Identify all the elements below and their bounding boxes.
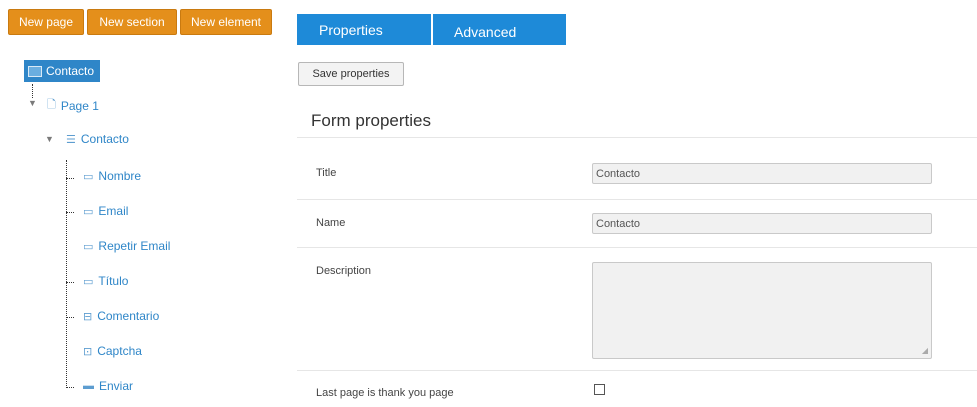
tree-node-label: Page 1: [60, 98, 99, 113]
tree-element-captcha[interactable]: ⊡ Captcha: [83, 344, 142, 358]
new-section-button[interactable]: New section: [87, 9, 177, 35]
title-input[interactable]: [592, 163, 932, 184]
tree-node-label: Contacto: [80, 132, 129, 146]
tree-node-label: Título: [98, 274, 129, 288]
tab-properties[interactable]: Properties: [297, 14, 431, 45]
collapse-arrow-icon[interactable]: ▼: [28, 98, 37, 108]
tree-root-form[interactable]: Contacto: [24, 60, 101, 82]
section-icon: ☰: [66, 133, 76, 146]
tree-node-section[interactable]: ☰ Contacto: [66, 132, 129, 146]
divider: [297, 199, 977, 200]
tree-element-repetir-email[interactable]: ▭ Repetir Email: [83, 239, 170, 253]
tree-connector: [66, 178, 74, 179]
tree-connector: [66, 282, 74, 283]
new-page-button[interactable]: New page: [8, 9, 84, 35]
section-title: Form properties: [311, 111, 431, 130]
save-properties-button[interactable]: Save properties: [298, 62, 404, 86]
collapse-arrow-icon[interactable]: ▼: [45, 134, 54, 144]
form-icon: [28, 65, 42, 77]
tree-node-label: Nombre: [98, 169, 142, 183]
tree-connector: [66, 212, 74, 213]
description-textarea[interactable]: ◢: [592, 262, 932, 359]
tree-element-nombre[interactable]: ▭ Nombre: [83, 169, 141, 183]
button-icon: ▬: [83, 380, 94, 392]
tree-element-email[interactable]: ▭ Email: [83, 204, 128, 218]
title-label: Title: [316, 167, 337, 179]
resize-grip-icon[interactable]: ◢: [922, 346, 928, 355]
divider: [297, 370, 977, 371]
tree-connector: [32, 84, 33, 98]
tree-connector: [66, 317, 74, 318]
description-label: Description: [316, 265, 372, 277]
tree-node-label: Comentario: [97, 309, 160, 323]
name-label: Name: [316, 217, 346, 229]
tree-node-page[interactable]: 🗋 Page 1: [47, 96, 99, 115]
tree-connector: [66, 387, 74, 388]
text-field-icon: ▭: [83, 275, 94, 288]
name-input[interactable]: [592, 213, 932, 234]
page-icon: 🗋: [47, 99, 56, 111]
thank-you-label: Last page is thank you page: [316, 387, 454, 399]
tree-element-comentario[interactable]: ⊟ Comentario: [83, 309, 159, 323]
tree-node-label: Repetir Email: [98, 239, 171, 253]
divider: [297, 137, 977, 138]
tree-element-enviar[interactable]: ▬ Enviar: [83, 379, 133, 393]
tree-node-label: Captcha: [97, 344, 142, 358]
divider: [297, 247, 977, 248]
tab-advanced[interactable]: Advanced: [433, 14, 566, 45]
captcha-icon: ⊡: [83, 345, 93, 358]
text-field-icon: ▭: [83, 205, 94, 218]
textarea-icon: ⊟: [83, 310, 93, 323]
tree-element-titulo[interactable]: ▭ Título: [83, 274, 128, 288]
new-element-button[interactable]: New element: [180, 9, 272, 35]
text-field-icon: ▭: [83, 170, 94, 183]
thank-you-checkbox[interactable]: [594, 384, 605, 395]
tree-connector: [66, 160, 67, 388]
tree-node-label: Enviar: [99, 379, 134, 393]
text-field-icon: ▭: [83, 240, 94, 253]
tree-node-label: Email: [98, 204, 129, 218]
tree-root-label: Contacto: [46, 64, 95, 78]
